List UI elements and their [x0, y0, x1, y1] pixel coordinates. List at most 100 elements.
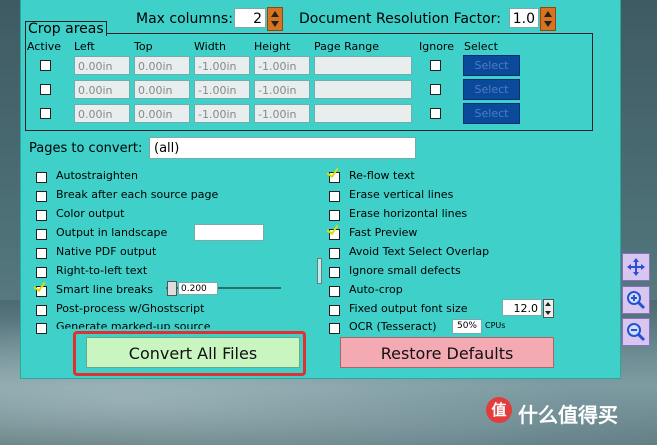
move-tool-button[interactable] — [622, 253, 650, 281]
crop-row-2-ignore-checkbox[interactable] — [430, 84, 441, 95]
autostraighten-checkbox[interactable] — [36, 172, 47, 183]
crop-row-3-height[interactable]: -1.00in — [254, 104, 310, 123]
smart-line-breaks-value[interactable]: 0.200 — [178, 282, 218, 295]
zoom-in-button[interactable] — [622, 286, 650, 314]
ignore-small-defects-label: Ignore small defects — [349, 264, 461, 277]
landscape-checkbox[interactable] — [36, 229, 47, 240]
reflow-text-label: Re-flow text — [349, 169, 415, 182]
header-page-range: Page Range — [314, 40, 379, 53]
ocr-checkbox[interactable] — [329, 323, 340, 334]
slider-handle[interactable] — [167, 281, 177, 296]
ocr-label: OCR (Tesseract) — [349, 320, 437, 333]
color-output-checkbox[interactable] — [36, 210, 47, 221]
marked-up-source-label: Generate marked-up source — [56, 320, 211, 329]
auto-crop-label: Auto-crop — [349, 283, 403, 296]
increment-icon — [271, 11, 279, 17]
erase-horizontal-lines-label: Erase horizontal lines — [349, 207, 468, 220]
crop-row-3-width[interactable]: -1.00in — [194, 104, 250, 123]
ignore-small-defects-checkbox[interactable] — [329, 267, 340, 278]
max-columns-input[interactable]: 2 — [234, 8, 266, 28]
right-to-left-label: Right-to-left text — [56, 264, 148, 277]
crop-row-2-width[interactable]: -1.00in — [194, 80, 250, 99]
auto-crop-checkbox[interactable] — [329, 286, 340, 297]
fast-preview-checkbox[interactable] — [329, 229, 340, 240]
restore-defaults-button[interactable]: Restore Defaults — [340, 337, 554, 368]
move-arrows-icon — [627, 258, 645, 276]
highlight-box — [73, 331, 306, 376]
decrement-icon — [271, 21, 279, 27]
crop-row-1-left[interactable]: 0.00in — [74, 56, 130, 75]
crop-row-3-active-checkbox[interactable] — [40, 108, 51, 119]
post-process-ghostscript-label: Post-process w/Ghostscript — [56, 302, 205, 315]
erase-vertical-lines-label: Erase vertical lines — [349, 188, 454, 201]
crop-row-2-top[interactable]: 0.00in — [134, 80, 190, 99]
crop-row-3-ignore-checkbox[interactable] — [430, 108, 441, 119]
marked-up-source-checkbox[interactable] — [36, 323, 47, 334]
header-select: Select — [464, 40, 498, 53]
crop-row-2-page-range[interactable] — [314, 80, 412, 99]
header-height: Height — [254, 40, 291, 53]
crop-row-2-active-checkbox[interactable] — [40, 84, 51, 95]
post-process-ghostscript-checkbox[interactable] — [36, 305, 47, 316]
fixed-font-size-label: Fixed output font size — [349, 302, 468, 315]
avoid-overlap-checkbox[interactable] — [329, 248, 340, 259]
landscape-label: Output in landscape — [56, 226, 168, 239]
crop-row-1-ignore-checkbox[interactable] — [430, 60, 441, 71]
erase-horizontal-lines-checkbox[interactable] — [329, 210, 340, 221]
break-after-page-checkbox[interactable] — [36, 191, 47, 202]
header-active: Active — [27, 40, 62, 53]
right-to-left-checkbox[interactable] — [36, 267, 47, 278]
crop-row-1-width[interactable]: -1.00in — [194, 56, 250, 75]
crop-row-1-page-range[interactable] — [314, 56, 412, 75]
decrement-icon — [544, 21, 552, 27]
ocr-cpus-input[interactable]: 50% — [452, 319, 482, 334]
zoom-out-icon — [627, 323, 646, 342]
zoom-out-button[interactable] — [622, 318, 650, 346]
k2pdfopt-settings-panel: Max columns: 2 Document Resolution Facto… — [20, 0, 621, 379]
increment-icon — [545, 302, 551, 306]
fast-preview-label: Fast Preview — [349, 226, 418, 239]
crop-row-3-page-range[interactable] — [314, 104, 412, 123]
crop-row-2-height[interactable]: -1.00in — [254, 80, 310, 99]
increment-icon — [544, 11, 552, 17]
decrement-icon — [545, 311, 551, 315]
max-columns-label: Max columns: — [136, 11, 233, 27]
fixed-font-size-stepper[interactable] — [543, 299, 554, 318]
pages-to-convert-input[interactable]: (all) — [149, 137, 416, 159]
fixed-font-size-input[interactable]: 12.0 — [502, 299, 542, 316]
ocr-cpus-label: CPUs — [485, 321, 506, 330]
doc-res-input[interactable]: 1.0 — [509, 8, 539, 28]
max-columns-stepper[interactable] — [267, 7, 283, 31]
smart-line-breaks-label: Smart line breaks — [56, 283, 153, 296]
crop-row-1-select-button[interactable]: Select — [463, 55, 520, 76]
native-pdf-checkbox[interactable] — [36, 248, 47, 259]
crop-row-1-height[interactable]: -1.00in — [254, 56, 310, 75]
autostraighten-label: Autostraighten — [56, 169, 138, 182]
color-output-label: Color output — [56, 207, 125, 220]
avoid-overlap-label: Avoid Text Select Overlap — [349, 245, 490, 258]
vertical-splitter[interactable] — [317, 258, 322, 284]
header-top: Top — [134, 40, 153, 53]
native-pdf-label: Native PDF output — [56, 245, 157, 258]
smart-line-breaks-checkbox[interactable] — [36, 286, 47, 297]
zoom-in-icon — [627, 291, 646, 310]
landscape-pages-input[interactable] — [194, 224, 264, 241]
doc-res-label: Document Resolution Factor: — [299, 11, 501, 27]
crop-row-3-select-button[interactable]: Select — [463, 103, 520, 124]
crop-row-1-top[interactable]: 0.00in — [134, 56, 190, 75]
erase-vertical-lines-checkbox[interactable] — [329, 191, 340, 202]
fixed-font-size-checkbox[interactable] — [329, 305, 340, 316]
crop-row-1-active-checkbox[interactable] — [40, 60, 51, 71]
crop-row-3-left[interactable]: 0.00in — [74, 104, 130, 123]
doc-res-stepper[interactable] — [540, 7, 556, 31]
crop-row-3-top[interactable]: 0.00in — [134, 104, 190, 123]
header-width: Width — [194, 40, 226, 53]
crop-row-2-left[interactable]: 0.00in — [74, 80, 130, 99]
crop-areas-title: Crop areas — [28, 21, 104, 37]
break-after-page-label: Break after each source page — [56, 188, 219, 201]
crop-row-2-select-button[interactable]: Select — [463, 79, 520, 100]
watermark-logo: 值 — [486, 397, 512, 423]
header-ignore: Ignore — [419, 40, 454, 53]
watermark-text: 什么值得买 — [518, 403, 618, 427]
reflow-text-checkbox[interactable] — [329, 172, 340, 183]
